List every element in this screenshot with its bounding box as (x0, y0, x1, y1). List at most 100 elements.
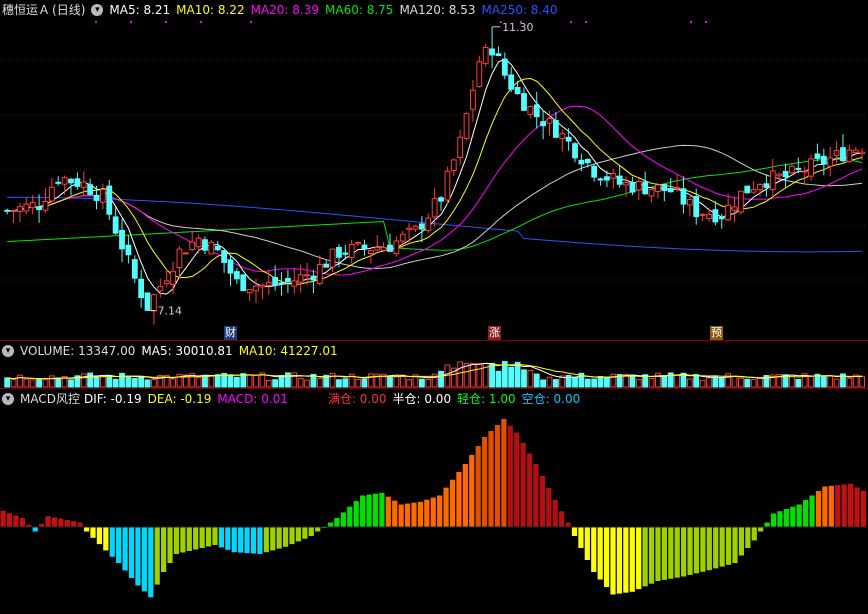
volume-bar (387, 376, 393, 388)
candle (74, 178, 81, 187)
volume-bar (170, 378, 176, 388)
macd-bar (295, 527, 302, 542)
macd-bar (514, 432, 520, 527)
macd-bar (385, 496, 391, 527)
macd-bar (225, 527, 231, 550)
candle (514, 87, 521, 95)
volume-bar (406, 379, 413, 388)
candle (661, 183, 668, 192)
volume-bar (521, 369, 527, 388)
candle (578, 159, 585, 165)
candlestick-chart[interactable]: 11.30 7.14 (0, 0, 868, 340)
volume-bar (208, 375, 215, 388)
volume-bar (138, 376, 145, 388)
macd-bar (443, 487, 449, 527)
macd-bar (796, 504, 802, 527)
candle (757, 183, 763, 191)
full-position-label: 满仓: 0.00 (327, 392, 387, 406)
macd-bar (270, 527, 276, 551)
macd-bar (597, 527, 603, 580)
candle (501, 58, 508, 76)
macd-bar (148, 527, 154, 598)
candle (80, 181, 87, 188)
candle (131, 259, 138, 279)
macd-bar (122, 527, 128, 571)
candle (99, 189, 106, 203)
volume-bar (272, 379, 279, 388)
macd-bar (128, 527, 135, 578)
candle (859, 151, 866, 155)
candle (769, 170, 776, 190)
marker-forecast[interactable]: 预 (710, 326, 723, 340)
macd-bar (790, 506, 796, 527)
candle (406, 227, 413, 231)
macd-bar (719, 527, 725, 567)
macd-bar (488, 431, 494, 527)
candle (106, 185, 113, 215)
candle (68, 178, 74, 184)
volume-bar (214, 374, 221, 388)
price-chart-pane[interactable]: 穗恒运Ａ (日线) ▾ MA5: 8.21 MA10: 8.22 MA20: 8… (0, 0, 868, 340)
macd-bar (655, 527, 661, 581)
candle (418, 223, 425, 230)
signal-dot (520, 21, 522, 23)
volume-bar (699, 379, 706, 388)
candle (610, 173, 617, 179)
macd-bar (430, 497, 436, 527)
candle (157, 286, 164, 292)
candle (706, 214, 712, 220)
macd-bar (289, 527, 295, 545)
macd-bar (559, 511, 565, 527)
macd-histogram-chart[interactable] (0, 389, 868, 614)
macd-bar (231, 527, 237, 553)
candle (304, 274, 310, 277)
macd-bar (372, 493, 379, 527)
macd-bar (835, 485, 841, 527)
macd-bar (815, 491, 822, 527)
macd-bar (661, 527, 667, 580)
candle (272, 277, 279, 286)
macd-bar (167, 527, 173, 563)
candle (202, 239, 208, 251)
candle (533, 104, 540, 118)
volume-bar (87, 372, 94, 388)
volume-bar (119, 372, 125, 388)
marker-limit-up[interactable]: 涨 (488, 326, 501, 340)
macd-bar (456, 471, 462, 527)
candle (55, 181, 62, 184)
signal-dot (200, 21, 202, 23)
macd-bar (45, 516, 51, 527)
macd-bar (398, 504, 404, 527)
macd-bar (777, 511, 783, 527)
volume-bar (757, 377, 763, 388)
candle (431, 198, 438, 218)
marker-finance[interactable]: 财 (224, 326, 237, 340)
candle (182, 252, 189, 255)
macd-bar (116, 527, 122, 563)
candle (29, 202, 36, 209)
volume-bar (285, 372, 291, 388)
chevron-down-icon[interactable]: ▾ (91, 4, 104, 16)
candle (604, 176, 610, 181)
macd-bar (700, 527, 706, 572)
candle (674, 187, 680, 190)
chevron-down-icon[interactable]: ▾ (2, 345, 14, 357)
macd-bar (758, 527, 764, 532)
volume-pane[interactable]: ▾ VOLUME: 13347.00 MA5: 30010.81 MA10: 4… (0, 341, 868, 388)
candle (508, 74, 515, 90)
macd-pane[interactable]: ▾ MACD风控 DIF: -0.19 DEA: -0.19 MACD: 0.0… (0, 389, 868, 614)
macd-bar (462, 464, 468, 527)
candle (374, 246, 381, 251)
candle (93, 194, 100, 201)
macd-bar (687, 527, 693, 575)
candle (336, 246, 342, 258)
macd-bar (244, 527, 250, 554)
chevron-down-icon[interactable]: ▾ (2, 393, 14, 405)
half-position-label: 半仓: 0.00 (392, 392, 452, 406)
volume-bar (846, 377, 853, 388)
stock-title: 穗恒运Ａ (2, 3, 51, 17)
candle (457, 136, 464, 158)
candle (572, 143, 578, 159)
candle (718, 216, 725, 220)
candle (552, 120, 559, 138)
